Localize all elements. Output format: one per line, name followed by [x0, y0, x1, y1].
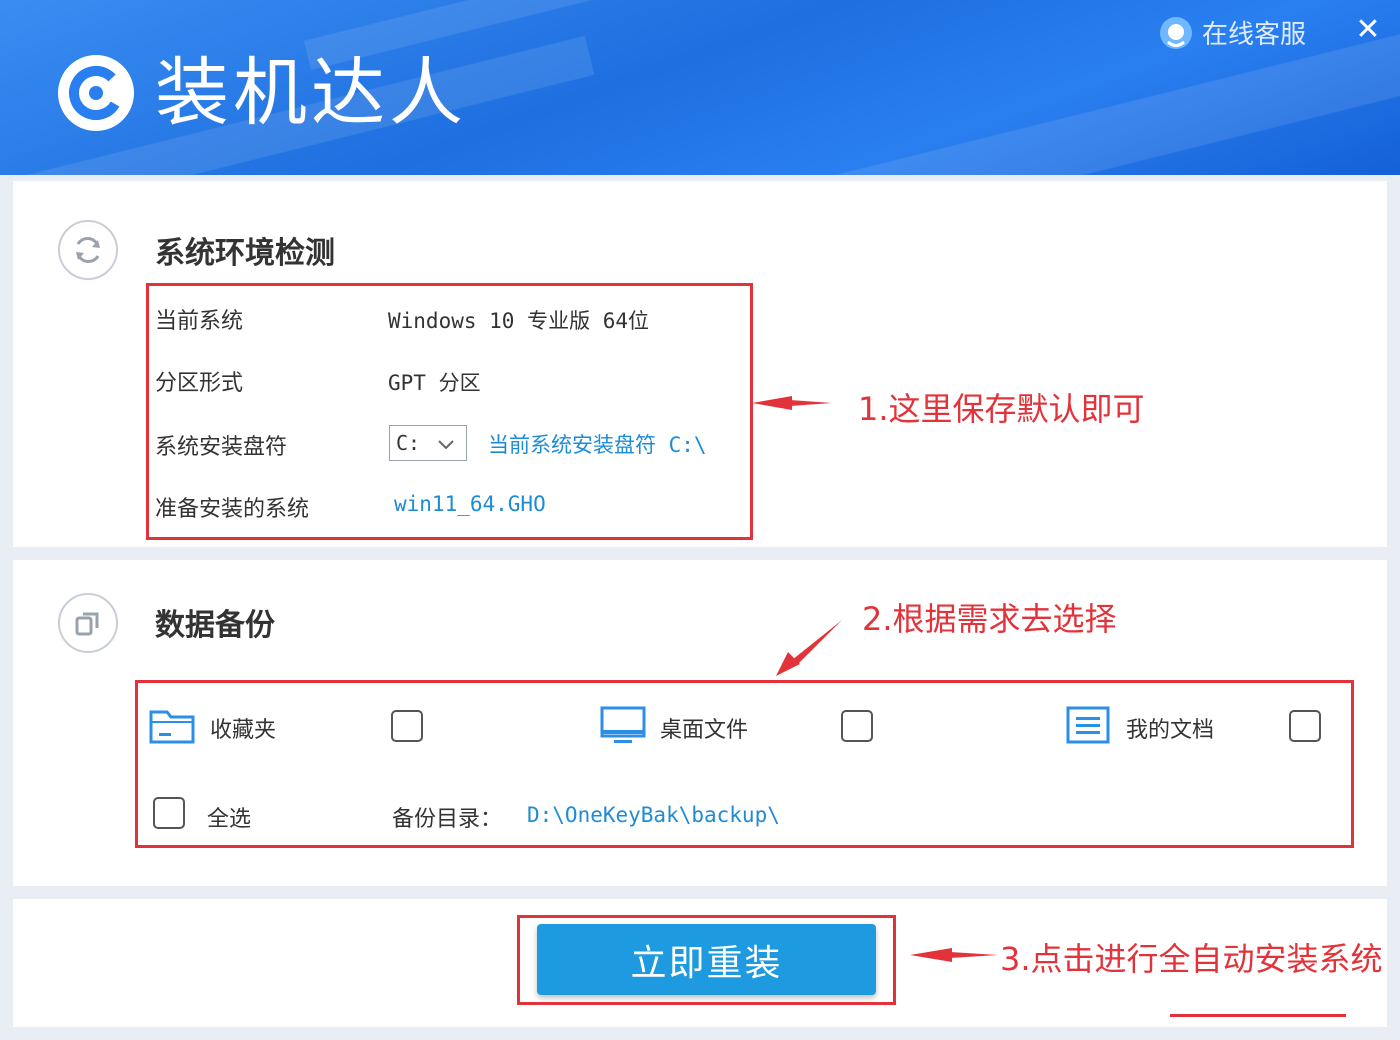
- annotation-arrow-2: [776, 620, 842, 676]
- annotation-underline: [1170, 1014, 1346, 1017]
- annotation-2: 2.根据需求去选择: [862, 600, 1117, 638]
- annotation-arrows: [752, 396, 1346, 1017]
- annotation-1: 1.这里保存默认即可: [858, 390, 1145, 428]
- annotation-arrow-3: [910, 948, 998, 962]
- annotation-arrow-1: [752, 396, 832, 410]
- annotation-3: 3.点击进行全自动安装系统: [1000, 940, 1383, 978]
